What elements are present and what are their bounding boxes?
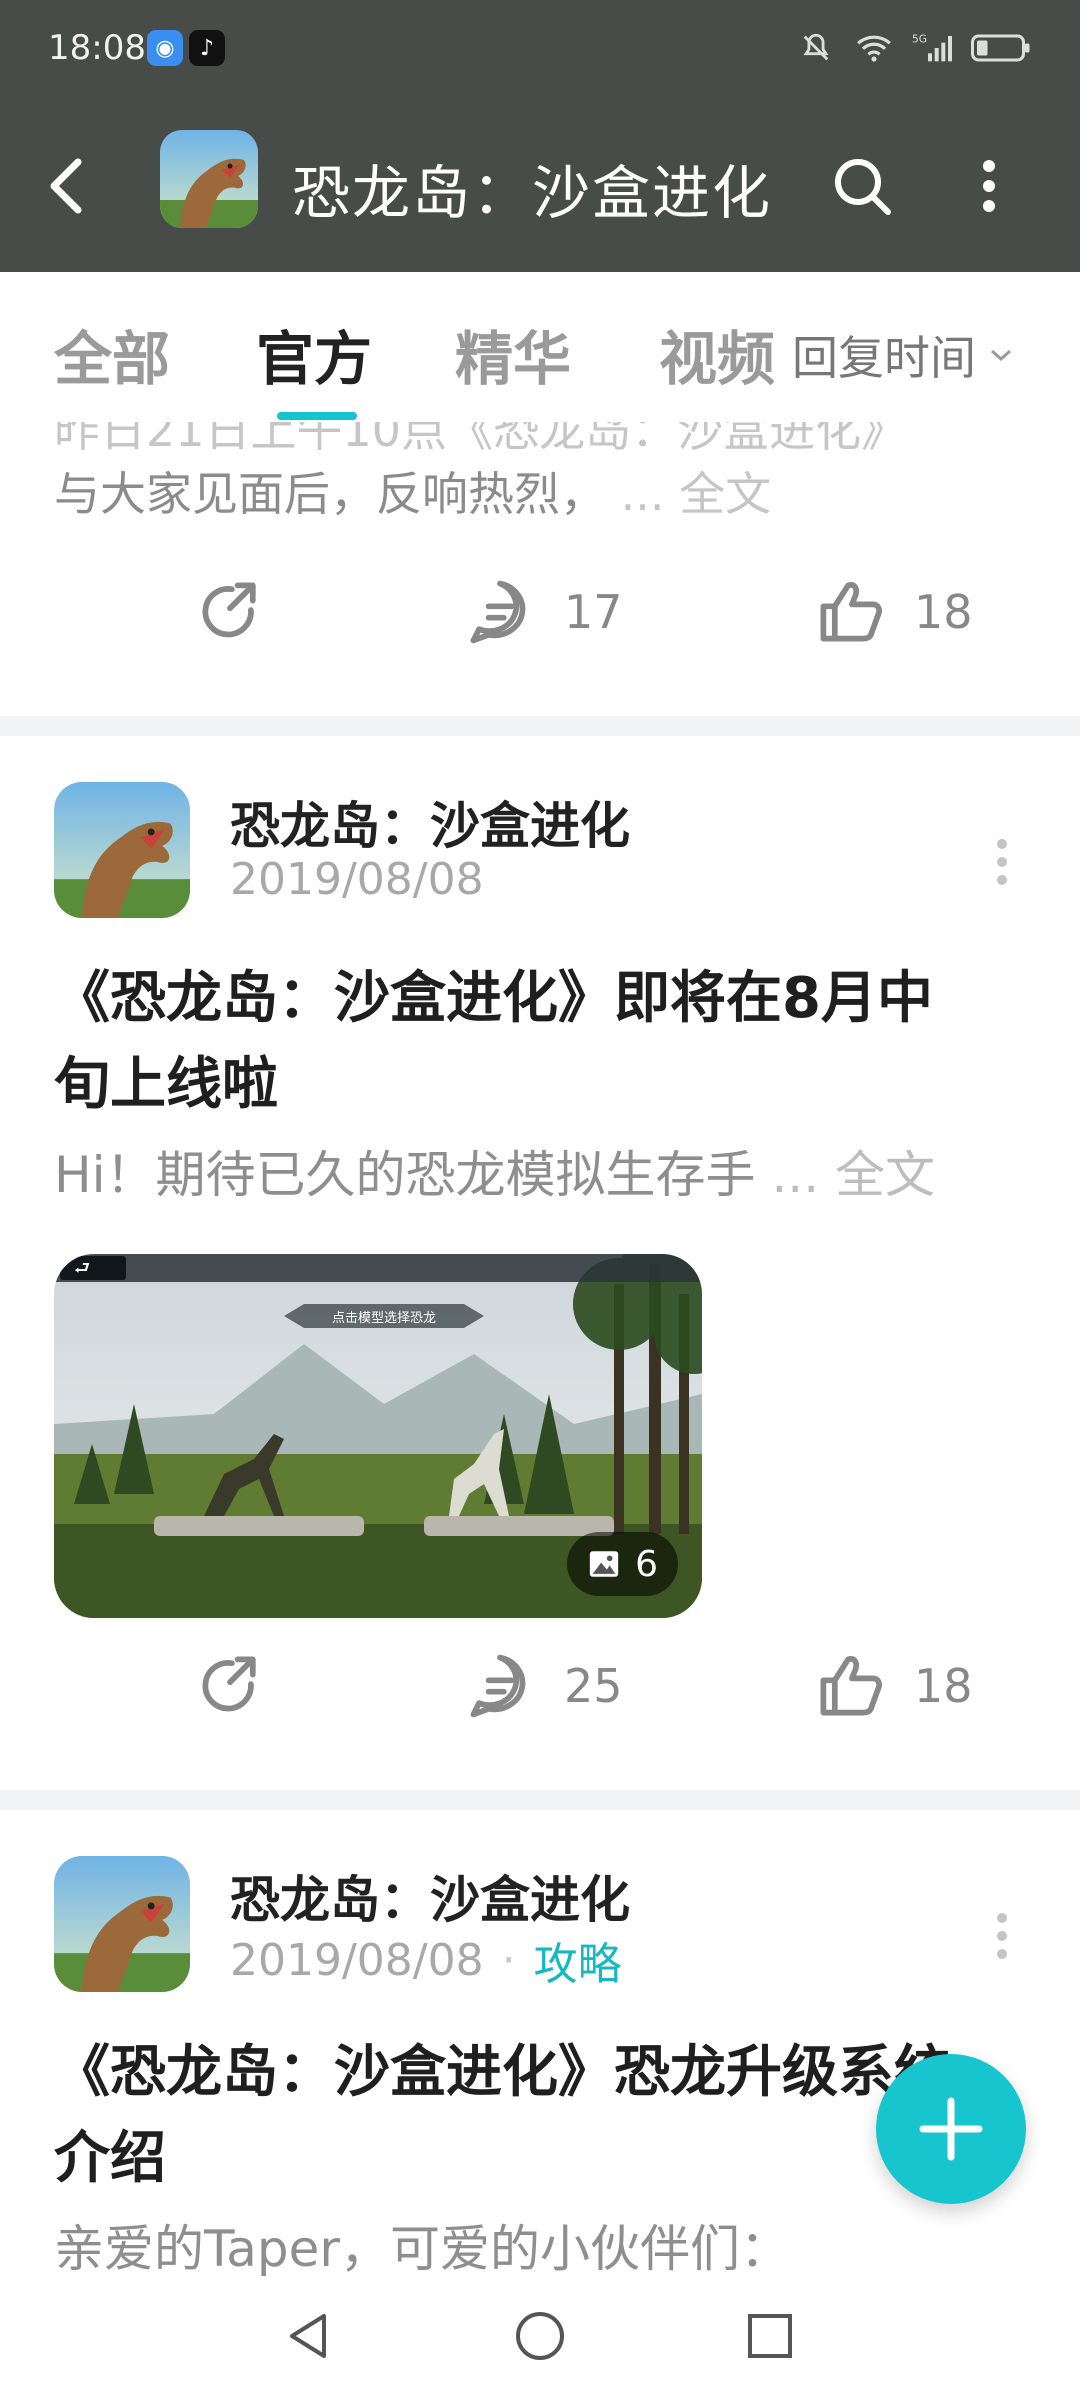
chevron-left-icon bbox=[50, 158, 82, 214]
tiktok-app-icon: ♪ bbox=[189, 30, 225, 66]
post-date-text: 2019/08/08 bbox=[230, 1934, 484, 1986]
search-button[interactable] bbox=[826, 144, 900, 228]
thumbs-up-icon bbox=[820, 582, 883, 642]
post-tag[interactable]: 攻略 bbox=[534, 1928, 622, 1992]
plus-icon bbox=[919, 2097, 983, 2161]
comment-icon bbox=[470, 1654, 526, 1718]
post-excerpt-text: 亲爱的Taper，可爱的小伙伴们： bbox=[54, 2220, 790, 2278]
create-post-button[interactable] bbox=[876, 2054, 1026, 2204]
battery-icon bbox=[970, 28, 1032, 68]
app-header: 恐龙岛：沙盒进化 bbox=[0, 100, 1080, 272]
image-icon bbox=[589, 1551, 619, 1577]
status-time: 18:08 bbox=[48, 28, 146, 68]
svg-text:5G: 5G bbox=[912, 33, 927, 46]
back-button[interactable] bbox=[40, 146, 110, 226]
more-vertical-icon bbox=[983, 160, 995, 212]
image-count-badge: 6 bbox=[567, 1532, 678, 1596]
search-icon bbox=[835, 159, 891, 215]
post-date-text: 2019/08/08 bbox=[230, 854, 484, 905]
post-excerpt[interactable]: 亲爱的Taper，可爱的小伙伴们： bbox=[54, 2214, 1034, 2284]
post-actions: 25 18 bbox=[0, 1648, 1080, 1758]
comment-count: 17 bbox=[564, 585, 623, 639]
post-image[interactable]: ⮐ 点击模型选择恐龙 6 bbox=[54, 1254, 702, 1618]
post-title-line1: 《恐龙岛：沙盒进化》即将在8月中 bbox=[54, 966, 933, 1031]
tab-featured[interactable]: 精华 bbox=[455, 312, 571, 396]
recents-square-icon[interactable] bbox=[740, 2306, 800, 2366]
like-button[interactable]: 18 bbox=[812, 574, 973, 650]
like-count: 18 bbox=[914, 585, 973, 639]
share-icon bbox=[202, 582, 256, 638]
post-date: 2019/08/08 bbox=[230, 854, 484, 905]
status-icons: 5G bbox=[796, 28, 1032, 68]
dot-separator: · bbox=[501, 1934, 516, 1986]
signal-5g-icon: 5G bbox=[912, 28, 952, 68]
like-count: 18 bbox=[914, 1659, 973, 1713]
tab-official[interactable]: 官方 bbox=[256, 312, 372, 396]
thumbs-up-icon bbox=[820, 1656, 883, 1716]
author-name[interactable]: 恐龙岛：沙盒进化 bbox=[230, 786, 630, 858]
comment-button[interactable]: 17 bbox=[462, 574, 623, 650]
partial-post-excerpt[interactable]: 昨日21日上午10点《恐龙岛：沙盒进化》 与大家见面后，反响热烈， ... 全文 bbox=[54, 403, 1044, 526]
comment-icon bbox=[470, 580, 526, 644]
active-tab-indicator bbox=[277, 412, 357, 420]
mute-icon bbox=[796, 28, 836, 68]
sort-dropdown[interactable]: 回复时间 bbox=[792, 322, 1014, 388]
system-nav-bar bbox=[0, 2276, 1080, 2400]
post-date: 2019/08/08 · 攻略 bbox=[230, 1928, 622, 1992]
like-button[interactable]: 18 bbox=[812, 1648, 973, 1724]
game-logo bbox=[160, 130, 258, 228]
post-title[interactable]: 《恐龙岛：沙盒进化》即将在8月中 旬上线啦 bbox=[54, 956, 1034, 1128]
more-options-button[interactable] bbox=[964, 144, 1014, 228]
post-card[interactable]: 恐龙岛：沙盒进化 2019/08/08 · 攻略 《恐龙岛：沙盒进化》恐龙升级系… bbox=[0, 1810, 1080, 2278]
read-more-link[interactable]: ... 全文 bbox=[771, 1146, 935, 1204]
tab-all[interactable]: 全部 bbox=[54, 312, 170, 396]
browser-app-icon: ◉ bbox=[147, 30, 183, 66]
back-triangle-icon[interactable] bbox=[280, 2306, 340, 2366]
tab-video[interactable]: 视频 bbox=[659, 312, 775, 396]
share-button[interactable] bbox=[192, 1648, 268, 1724]
author-name[interactable]: 恐龙岛：沙盒进化 bbox=[230, 1860, 630, 1932]
sort-label: 回复时间 bbox=[792, 331, 976, 385]
comment-count: 25 bbox=[564, 1659, 623, 1713]
comment-button[interactable]: 25 bbox=[462, 1648, 623, 1724]
wifi-icon bbox=[854, 28, 894, 68]
page-title: 恐龙岛：沙盒进化 bbox=[292, 159, 773, 227]
section-divider bbox=[0, 716, 1080, 736]
share-button[interactable] bbox=[192, 574, 268, 650]
post-excerpt-text: Hi！期待已久的恐龙模拟生存手 bbox=[54, 1146, 756, 1204]
status-bar: 18:08 ◉ ♪ 5G bbox=[0, 0, 1080, 100]
author-avatar[interactable] bbox=[54, 1856, 190, 1992]
post-title-line2: 旬上线啦 bbox=[54, 1052, 278, 1117]
section-divider bbox=[0, 1790, 1080, 1810]
image-count: 6 bbox=[635, 1543, 658, 1585]
post-excerpt[interactable]: Hi！期待已久的恐龙模拟生存手 ... 全文 bbox=[54, 1140, 1034, 1210]
image-caption: 点击模型选择恐龙 bbox=[332, 1311, 436, 1326]
more-vertical-icon[interactable] bbox=[990, 1906, 1014, 1966]
tab-bar: 全部 官方 精华 视频 回复时间 bbox=[0, 272, 1080, 422]
partial-post-actions: 17 18 bbox=[0, 574, 1080, 684]
read-more-link[interactable]: ... 全文 bbox=[621, 467, 772, 521]
home-circle-icon[interactable] bbox=[510, 2306, 570, 2366]
author-avatar[interactable] bbox=[54, 782, 190, 918]
more-vertical-icon[interactable] bbox=[990, 832, 1014, 892]
partial-excerpt-line2: 与大家见面后，反响热烈， bbox=[54, 467, 606, 521]
svg-text:⮐: ⮐ bbox=[74, 1258, 90, 1279]
top-bar: 18:08 ◉ ♪ 5G 恐龙岛：沙盒进化 bbox=[0, 0, 1080, 272]
post-card[interactable]: 恐龙岛：沙盒进化 2019/08/08 《恐龙岛：沙盒进化》即将在8月中 旬上线… bbox=[0, 736, 1080, 1790]
chevron-down-icon bbox=[991, 349, 1011, 362]
share-icon bbox=[202, 1656, 256, 1712]
